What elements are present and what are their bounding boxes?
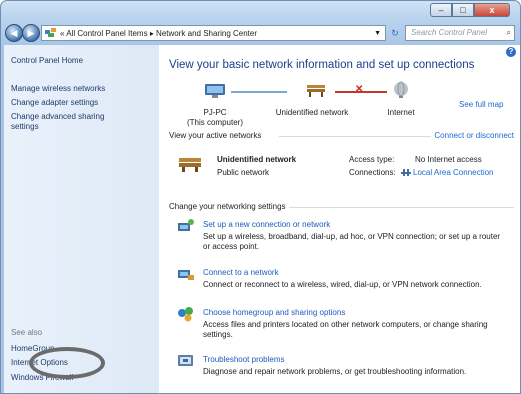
task-connect-network-desc: Connect or reconnect to a wireless, wire… — [203, 280, 482, 289]
network-map-label: Unidentified network — [275, 108, 349, 117]
globe-icon — [394, 81, 408, 98]
task-homegroup-link[interactable]: Choose homegroup and sharing options — [203, 308, 345, 317]
sidebar: Control Panel Home Manage wireless netwo… — [4, 45, 159, 393]
minimize-button[interactable]: – — [430, 3, 452, 17]
search-icon[interactable]: ⌕ — [507, 26, 511, 40]
sidebar-link-adapter-settings[interactable]: Change adapter settings — [11, 98, 98, 108]
map-link-left — [231, 91, 287, 93]
troubleshoot-icon — [178, 355, 193, 366]
control-panel-window: – □ x ◀ ▶ « All Control Panel Items ▸ Ne… — [0, 0, 521, 394]
back-button[interactable]: ◀ — [5, 24, 23, 42]
help-icon[interactable]: ? — [506, 47, 516, 57]
task-homegroup-desc: Access files and printers located on oth… — [203, 320, 488, 339]
highlight-circle — [29, 347, 105, 379]
computer-note-label: (This computer) — [186, 118, 243, 127]
homegroup-icon — [178, 307, 193, 322]
task-troubleshoot-desc: Diagnose and repair network problems, or… — [203, 367, 467, 376]
maximize-button[interactable]: □ — [452, 3, 474, 17]
forward-button[interactable]: ▶ — [22, 24, 40, 42]
task-troubleshoot-link[interactable]: Troubleshoot problems — [203, 355, 285, 364]
new-connection-icon — [178, 219, 194, 231]
access-type-label: Access type: — [349, 155, 395, 164]
network-name: Unidentified network — [217, 155, 297, 164]
address-dropdown-icon[interactable]: ▼ — [374, 30, 381, 37]
task-connect-network-link[interactable]: Connect to a network — [203, 268, 279, 277]
sidebar-link-advanced-sharing[interactable]: Change advanced sharing settings — [11, 112, 131, 132]
disconnected-x-icon: ✕ — [355, 84, 364, 95]
public-network-bench-icon — [179, 158, 201, 172]
refresh-button[interactable]: ↻ — [386, 25, 404, 41]
main-content: ? View your basic network information an… — [159, 45, 520, 393]
connect-disconnect-link[interactable]: Connect or disconnect — [434, 131, 514, 140]
active-networks-heading: View your active networks — [169, 131, 262, 140]
task-new-connection-desc: Set up a wireless, broadband, dial-up, a… — [203, 232, 501, 251]
search-input[interactable]: Search Control Panel ⌕ — [405, 25, 515, 41]
network-type-link[interactable]: Public network — [217, 168, 269, 177]
task-new-connection-link[interactable]: Set up a new connection or network — [203, 220, 330, 229]
network-bench-icon — [307, 85, 325, 97]
close-button[interactable]: x — [474, 3, 510, 17]
control-panel-home-link[interactable]: Control Panel Home — [11, 56, 83, 65]
internet-map-label: Internet — [387, 108, 415, 117]
address-bar[interactable]: « All Control Panel Items ▸ Network and … — [41, 25, 386, 41]
change-settings-heading: Change your networking settings — [169, 202, 286, 211]
ethernet-connection-icon — [401, 169, 411, 176]
local-area-connection-link[interactable]: Local Area Connection — [413, 168, 494, 177]
page-title: View your basic network information and … — [169, 59, 475, 71]
connect-network-icon — [178, 270, 194, 280]
computer-icon — [205, 84, 225, 98]
access-type-value: No Internet access — [415, 155, 482, 164]
computer-name-label: PJ-PC — [203, 108, 227, 117]
search-placeholder: Search Control Panel — [411, 28, 488, 37]
navigation-toolbar: ◀ ▶ « All Control Panel Items ▸ Network … — [1, 21, 520, 45]
connections-label: Connections: — [349, 168, 396, 177]
divider — [289, 207, 514, 208]
see-full-map-link[interactable]: See full map — [459, 100, 503, 109]
sidebar-link-manage-wireless[interactable]: Manage wireless networks — [11, 84, 105, 94]
breadcrumb[interactable]: « All Control Panel Items ▸ Network and … — [60, 29, 257, 38]
see-also-heading: See also — [11, 328, 43, 337]
control-panel-icon — [45, 28, 56, 37]
divider — [279, 136, 431, 137]
caption-buttons: – □ x — [430, 3, 510, 17]
